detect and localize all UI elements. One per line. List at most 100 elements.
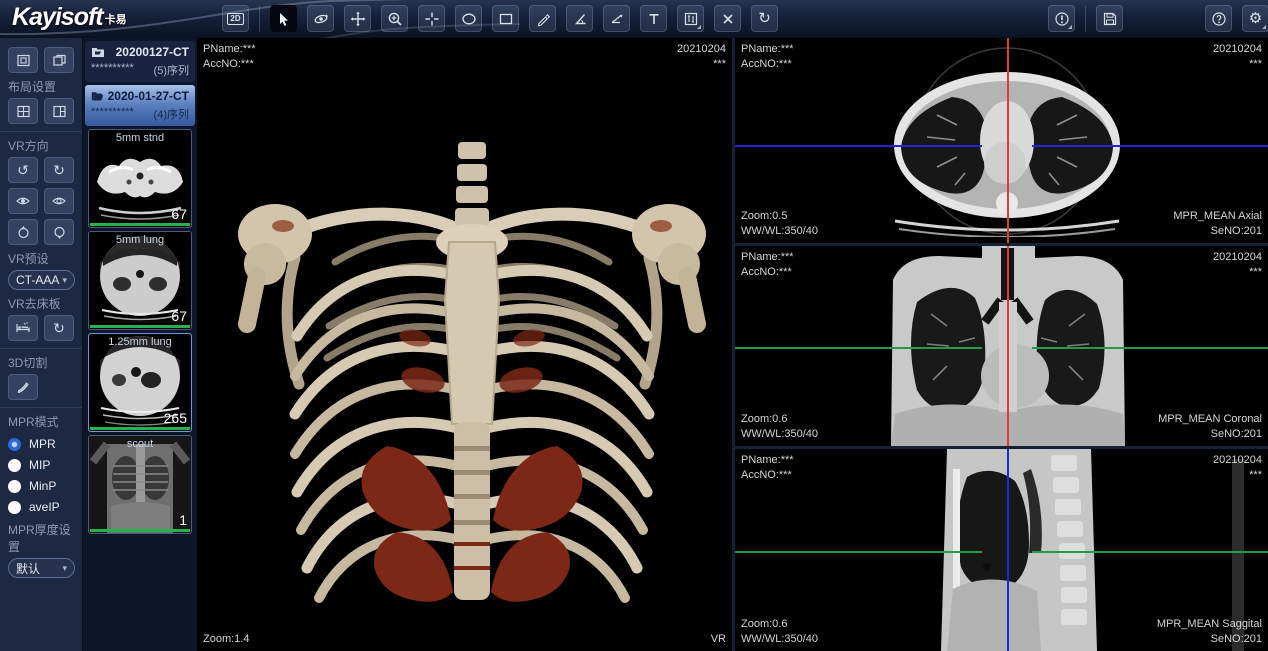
eye-front-icon — [15, 194, 31, 208]
angle-tool-button[interactable] — [566, 5, 593, 32]
restore-bed-button[interactable]: ↻ — [44, 315, 74, 341]
thumbnail-image-count: 67 — [171, 206, 187, 222]
coronal-crosshair-vertical-red[interactable] — [1007, 246, 1009, 446]
text-annotation-button[interactable] — [640, 5, 667, 32]
vr-rotate-right-button[interactable]: ↻ — [44, 157, 74, 183]
axial-crosshair-horizontal-blue-right[interactable] — [1032, 145, 1268, 147]
vr-preset-select[interactable]: CT-AAA ▾ — [8, 270, 75, 290]
mpr-sagittal-viewport[interactable]: PName:*** AccNO:*** 20210204 *** Zoom:0.… — [735, 449, 1268, 651]
film-layout-toggle-button[interactable] — [44, 47, 74, 73]
reset-view-button[interactable]: ↻ — [751, 5, 778, 32]
radio-label: aveIP — [29, 500, 60, 514]
measure-tool-button[interactable] — [529, 5, 556, 32]
radio-unselected-icon — [8, 480, 21, 493]
sagittal-seno: SeNO:201 — [1157, 632, 1262, 647]
coronal-crosshair-horizontal-green-left[interactable] — [735, 347, 982, 349]
coronal-label: MPR_MEAN Coronal — [1158, 412, 1262, 427]
layout-1-plus-2-button[interactable] — [44, 98, 74, 124]
series-thumbnail-1-25mm-lung[interactable]: 1.25mm lung 265 — [88, 333, 192, 432]
axial-crosshair-vertical-red[interactable] — [1007, 38, 1009, 243]
coronal-crosshair-horizontal-green-right[interactable] — [1032, 347, 1268, 349]
vr-viewport[interactable]: PName:*** AccNO:*** 20210204 *** Zoom:1.… — [197, 38, 732, 651]
ellipse-roi-button[interactable] — [455, 5, 482, 32]
mpr-mode-radio-mpr[interactable]: MPR — [8, 437, 74, 451]
scalpel-cut-button[interactable] — [8, 374, 38, 400]
vr-rotate-down-button[interactable] — [44, 219, 74, 245]
axial-wwwl: WW/WL:350/40 — [741, 224, 818, 239]
vr-rotate-left-button[interactable]: ↺ — [8, 157, 38, 183]
toolbar-right-group-2: ⚙ — [1205, 5, 1268, 32]
rotate-3d-tool-button[interactable] — [307, 5, 334, 32]
mpr-axial-viewport[interactable]: PName:*** AccNO:*** 20210204 *** Zoom:0.… — [735, 38, 1268, 243]
coronal-zoom-overlay: Zoom:0.6 WW/WL:350/40 — [741, 412, 818, 442]
thumbnail-label: 5mm lung — [89, 234, 191, 246]
sagittal-crosshair-vertical-blue[interactable] — [1007, 449, 1009, 651]
mpr-coronal-viewport[interactable]: PName:*** AccNO:*** 20210204 *** Zoom:0.… — [735, 246, 1268, 446]
series-thumbnail-5mm-stnd[interactable]: 5mm stnd 67 — [88, 129, 192, 228]
mpr-thickness-select[interactable]: 默认 ▾ — [8, 558, 75, 578]
axial-accno: AccNO:*** — [741, 57, 794, 72]
rotate-down-icon — [52, 225, 67, 240]
series-thumbnail-5mm-lung[interactable]: 5mm lung 67 — [88, 231, 192, 330]
vr-preset-value: CT-AAA — [16, 273, 59, 287]
axial-crosshair-horizontal-blue-left[interactable] — [735, 145, 982, 147]
mpr-thickness-label: MPR厚度设置 — [8, 521, 74, 555]
vr-view-back-button[interactable] — [44, 188, 74, 214]
settings-button[interactable]: ⚙ — [1242, 5, 1268, 32]
brand-suffix: 卡易 — [105, 14, 127, 26]
cursor-icon — [276, 11, 292, 27]
vr-pname: PName:*** — [203, 42, 256, 57]
radio-unselected-icon — [8, 459, 21, 472]
locate-tool-button[interactable] — [418, 5, 445, 32]
axial-label: MPR_MEAN Axial — [1173, 209, 1262, 224]
sidebar-divider — [0, 131, 82, 132]
remove-bed-button[interactable] — [8, 315, 38, 341]
window-level-button[interactable] — [677, 5, 704, 32]
axial-acc-masked: *** — [1213, 57, 1262, 72]
coronal-acc-masked: *** — [1213, 265, 1262, 280]
axial-pname: PName:*** — [741, 42, 794, 57]
report-info-button[interactable] — [1048, 5, 1075, 32]
sagittal-crosshair-horizontal-green-right[interactable] — [1032, 551, 1268, 553]
rotate-right-icon: ↻ — [53, 163, 65, 177]
sagittal-crosshair-horizontal-green-left[interactable] — [735, 551, 982, 553]
2d-viewer-button[interactable]: 2D — [222, 5, 249, 32]
pan-tool-button[interactable] — [344, 5, 371, 32]
thumbnail-label: 5mm stnd — [89, 132, 191, 144]
mpr-mode-radio-aveip[interactable]: aveIP — [8, 500, 74, 514]
toolbar-separator — [1085, 6, 1086, 32]
cursor-tool-button[interactable] — [270, 5, 297, 32]
series-thumbnail-scout[interactable]: scout 1 — [88, 435, 192, 534]
radio-selected-icon — [8, 438, 21, 451]
help-button[interactable] — [1205, 5, 1232, 32]
study-item-1[interactable]: 20200127-CT ********** (5)序列 — [85, 41, 195, 82]
vr-remove-bed-label: VR去床板 — [8, 295, 74, 312]
coronal-wwwl: WW/WL:350/40 — [741, 427, 818, 442]
vr-rotate-up-button[interactable] — [8, 219, 38, 245]
mpr-mode-radio-minp[interactable]: MinP — [8, 479, 74, 493]
cobb-angle-icon — [609, 11, 625, 27]
vr-date: 20210204 — [677, 42, 726, 57]
study-series-count: (4)序列 — [154, 106, 189, 122]
cobb-angle-tool-button[interactable] — [603, 5, 630, 32]
mpr-mode-radio-mip[interactable]: MIP — [8, 458, 74, 472]
app-logo: Kayisoft卡易 — [12, 3, 127, 32]
delete-annotation-button[interactable] — [714, 5, 741, 32]
study-item-2-selected[interactable]: 2020-01-27-CT ********** (4)序列 — [85, 85, 195, 126]
info-circle-icon — [1054, 11, 1070, 27]
brand-name: Kayisoft — [12, 3, 103, 31]
layout-grid-2x2-button[interactable] — [8, 98, 38, 124]
rectangle-roi-button[interactable] — [492, 5, 519, 32]
pan-move-icon — [350, 11, 366, 27]
radio-unselected-icon — [8, 501, 21, 514]
vr-preset-label: VR预设 — [8, 250, 74, 267]
report-panel-toggle-button[interactable] — [8, 47, 38, 73]
panel-layout-icon — [16, 53, 31, 68]
sagittal-ct-image — [933, 449, 1105, 651]
sidebar-divider — [0, 348, 82, 349]
vr-view-front-button[interactable] — [8, 188, 38, 214]
vr-acc-masked: *** — [677, 57, 726, 72]
layout-1-2-icon — [52, 104, 67, 119]
save-image-button[interactable] — [1096, 5, 1123, 32]
zoom-tool-button[interactable] — [381, 5, 408, 32]
